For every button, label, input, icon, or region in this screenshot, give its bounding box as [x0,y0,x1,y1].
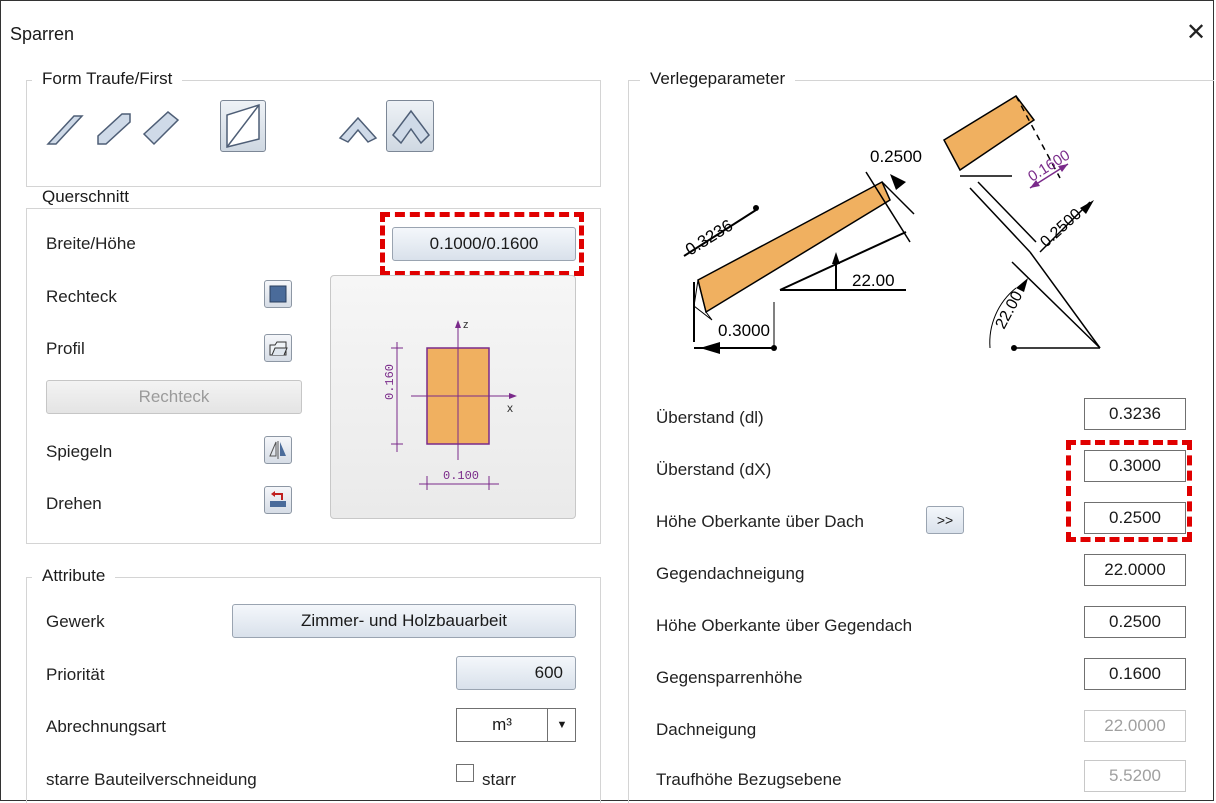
verlege-header: Verlegeparameter [640,69,796,89]
eave-shape-4-icon [226,103,260,148]
profile-button[interactable] [264,334,292,362]
width-dimension: 0.100 [443,469,479,483]
ueberstand-dx-label: Überstand (dX) [656,460,772,479]
hoehe-ok-dach-label: Höhe Oberkante über Dach [656,512,864,531]
ridge-shape-2-icon [392,109,430,145]
drehen-label: Drehen [46,494,102,513]
dialog-title: Sparren [10,24,75,44]
rechteck-label: Rechteck [46,287,117,306]
breite-hoehe-label: Breite/Höhe [46,234,136,253]
dachneigung-field: 22.0000 [1084,710,1186,742]
installation-diagram: 0.3236 0.2500 22.00 0.3000 0.1600 0.2500… [682,95,1101,354]
gewerk-button[interactable]: Zimmer- und Holzbauarbeit [232,604,576,638]
prioritaet-button[interactable]: 600 [456,656,576,690]
starr-checkbox[interactable] [456,764,474,782]
highlight-box [1066,440,1192,542]
folder-icon [269,341,288,356]
rechteck-button[interactable]: Rechteck [46,380,302,414]
ridge-shape-1-button[interactable] [336,104,382,152]
eave-shape-2-icon [97,113,131,145]
dim-angle-text: 22.00 [852,271,895,290]
eave-shape-1-button[interactable] [44,104,90,152]
dim-top-text: 0.2500 [870,147,922,166]
rectangle-icon [269,285,287,303]
ridge-shape-1-icon [338,116,378,143]
x-axis-label: x [507,401,513,415]
abrechnungsart-value: m³ [492,715,512,734]
form-header: Form Traufe/First [32,69,183,89]
traufhoehe-field: 5.5200 [1084,760,1186,792]
hoehe-ok-gegendach-label: Höhe Oberkante über Gegendach [656,616,913,635]
eave-shape-2-button[interactable] [92,104,138,152]
prioritaet-label: Priorität [46,665,105,684]
profil-label: Profil [46,339,85,358]
eave-shape-4-button[interactable] [220,100,266,152]
starr-checkbox-label: starr [482,770,516,789]
gewerk-label: Gewerk [46,612,105,631]
eave-shape-3-icon [142,111,180,146]
height-dimension: 0.160 [383,364,397,400]
highlight-box [380,212,584,276]
gegendachneigung-label: Gegendachneigung [656,564,805,583]
chevron-down-icon[interactable]: ▼ [547,709,576,741]
cross-section-preview: z x 0.160 0.100 [330,275,576,519]
abrechnungsart-label: Abrechnungsart [46,717,167,736]
gegensparrenhoehe-field[interactable]: 0.1600 [1084,658,1186,690]
eave-shape-1-icon [46,115,84,145]
ridge-shape-2-button[interactable] [386,100,434,152]
attribute-header: Attribute [32,566,116,586]
hoehe-ok-expand-button[interactable]: >> [926,506,964,534]
spiegeln-label: Spiegeln [46,442,113,461]
ueberstand-dl-field[interactable]: 0.3236 [1084,398,1186,430]
mirror-button[interactable] [264,436,292,464]
starr-label: starre Bauteilverschneidung [46,770,257,789]
gegendachneigung-field[interactable]: 22.0000 [1084,554,1186,586]
rotate-button[interactable] [264,486,292,514]
gegensparrenhoehe-label: Gegensparrenhöhe [656,668,803,687]
rectangle-button[interactable] [264,280,292,308]
close-icon[interactable]: ✕ [1186,18,1206,47]
dim-dx-text: 0.3000 [718,321,770,340]
traufhoehe-label: Traufhöhe Bezugsebene [656,770,842,789]
dachneigung-label: Dachneigung [656,720,757,739]
dim-dl-text: 0.3236 [682,216,736,260]
dim-gegen-ok-text: 0.2500 [1037,206,1085,251]
hoehe-ok-gegendach-field[interactable]: 0.2500 [1084,606,1186,638]
rotate-icon [270,491,286,507]
eave-shape-3-button[interactable] [140,104,186,152]
querschnitt-header: Querschnitt [32,187,139,207]
z-axis-label: z [463,319,469,331]
ueberstand-dl-label: Überstand (dl) [656,408,764,427]
abrechnungsart-select[interactable]: m³ ▼ [456,708,576,742]
mirror-icon [269,441,286,459]
